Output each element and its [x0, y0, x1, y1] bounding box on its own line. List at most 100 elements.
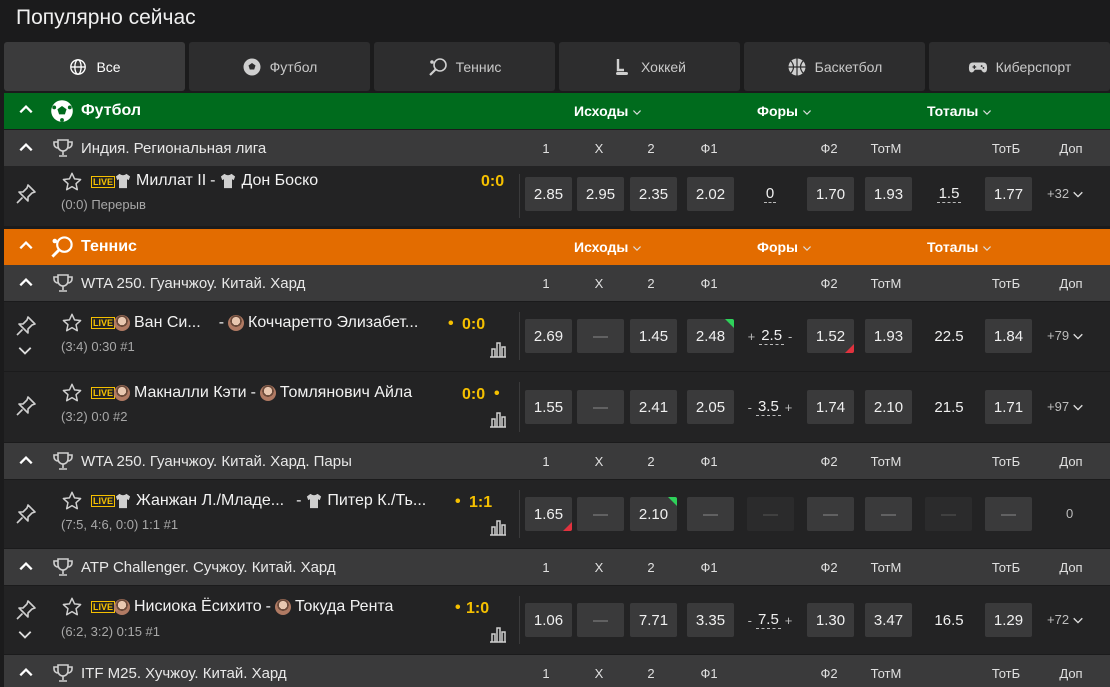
- pin-icon[interactable]: [14, 394, 38, 418]
- odds-down-indicator: [563, 522, 572, 531]
- favorite-star-icon[interactable]: [61, 490, 83, 512]
- chevron-up-icon[interactable]: [18, 665, 34, 681]
- sport-header-tennis[interactable]: Теннис Исходы Форы Тоталы: [4, 229, 1110, 265]
- tab-basketball[interactable]: Баскетбол: [744, 42, 925, 91]
- odd-x[interactable]: —: [577, 319, 624, 353]
- handicap-sign: +: [784, 612, 793, 628]
- chevron-down-icon[interactable]: [17, 342, 33, 358]
- statistics-icon[interactable]: [488, 339, 508, 359]
- league-header[interactable]: ATP Challenger. Сучжоу. Китай. Хард 1 X …: [4, 549, 1110, 585]
- favorite-star-icon[interactable]: [61, 171, 83, 193]
- column-header: Ф1: [700, 560, 718, 575]
- odd-totm[interactable]: 1.93: [865, 177, 912, 211]
- player-avatar: [114, 599, 130, 615]
- odd-f2[interactable]: —: [807, 497, 854, 531]
- tab-esports[interactable]: Киберспорт: [929, 42, 1110, 91]
- market-outcomes-dropdown[interactable]: Исходы: [574, 239, 642, 255]
- chevron-up-icon[interactable]: [18, 275, 34, 291]
- odd-w2[interactable]: 2.41: [630, 390, 677, 424]
- odd-f1[interactable]: 2.05: [687, 390, 734, 424]
- chevron-down-icon: [1072, 401, 1084, 413]
- pin-icon[interactable]: [14, 182, 38, 206]
- divider: [519, 490, 520, 538]
- odd-x[interactable]: —: [577, 497, 624, 531]
- chevron-down-icon[interactable]: [17, 626, 33, 642]
- odd-totm[interactable]: 1.93: [865, 319, 912, 353]
- odd-totb[interactable]: 1.29: [985, 603, 1032, 637]
- more-markets-button[interactable]: +79: [1047, 328, 1084, 343]
- tab-all[interactable]: Все: [4, 42, 185, 91]
- market-totals-dropdown[interactable]: Тоталы: [927, 239, 992, 255]
- favorite-star-icon[interactable]: [61, 312, 83, 334]
- market-handicaps-dropdown[interactable]: Форы: [757, 103, 812, 119]
- column-header: Ф2: [820, 141, 838, 156]
- odd-w1[interactable]: 2.69: [525, 319, 572, 353]
- odd-totb[interactable]: 1.71: [985, 390, 1032, 424]
- match-row[interactable]: LIVE Макналли Кэти - Томлянович Айла 0:0…: [4, 372, 1110, 442]
- odd-w1[interactable]: 2.85: [525, 177, 572, 211]
- favorite-star-icon[interactable]: [61, 596, 83, 618]
- market-totals-dropdown[interactable]: Тоталы: [927, 103, 992, 119]
- pin-icon[interactable]: [14, 502, 38, 526]
- odd-f1[interactable]: 2.02: [687, 177, 734, 211]
- odd-x[interactable]: —: [577, 603, 624, 637]
- odd-f1[interactable]: —: [687, 497, 734, 531]
- column-header: Доп: [1059, 454, 1083, 469]
- odd-totm[interactable]: —: [865, 497, 912, 531]
- more-markets-button[interactable]: +97: [1047, 399, 1084, 414]
- statistics-icon[interactable]: [488, 624, 508, 644]
- sport-header-football[interactable]: Футбол Исходы Форы Тоталы: [4, 93, 1110, 129]
- odd-totb[interactable]: 1.77: [985, 177, 1032, 211]
- odd-f2[interactable]: 1.30: [807, 603, 854, 637]
- league-header[interactable]: WTA 250. Гуанчжоу. Китай. Хард 1 X 2 Ф1 …: [4, 265, 1110, 301]
- odd-x[interactable]: 2.95: [577, 177, 624, 211]
- odd-totb[interactable]: 1.84: [985, 319, 1032, 353]
- odd-w2[interactable]: 2.10: [630, 497, 677, 531]
- tab-football[interactable]: Футбол: [189, 42, 370, 91]
- market-outcomes-dropdown[interactable]: Исходы: [574, 103, 642, 119]
- odd-f2[interactable]: 1.52: [807, 319, 854, 353]
- odd-w1[interactable]: 1.65: [525, 497, 572, 531]
- odd-w2[interactable]: 7.71: [630, 603, 677, 637]
- league-header[interactable]: WTA 250. Гуанчжоу. Китай. Хард. Пары 1 X…: [4, 443, 1110, 479]
- team-separator: -: [250, 384, 256, 401]
- more-markets-button[interactable]: +32: [1047, 186, 1084, 201]
- handicap-sign: -: [747, 399, 752, 415]
- chevron-up-icon[interactable]: [18, 453, 34, 469]
- odd-f1[interactable]: 2.48: [687, 319, 734, 353]
- sport-name: Футбол: [81, 102, 142, 119]
- odd-x[interactable]: —: [577, 390, 624, 424]
- chevron-up-icon[interactable]: [18, 102, 34, 118]
- league-header[interactable]: ITF M25. Хучжоу. Китай. Хард 1 X 2 Ф1 Ф2…: [4, 655, 1110, 687]
- favorite-star-icon[interactable]: [61, 382, 83, 404]
- odd-totm[interactable]: 3.47: [865, 603, 912, 637]
- odd-f2[interactable]: 1.74: [807, 390, 854, 424]
- tab-tennis[interactable]: Теннис: [374, 42, 555, 91]
- match-row[interactable]: LIVE Жанжан Л./Младе... - Питер К./Ть...…: [4, 480, 1110, 548]
- pin-icon[interactable]: [14, 314, 38, 338]
- odd-w2[interactable]: 1.45: [630, 319, 677, 353]
- odd-w1[interactable]: 1.55: [525, 390, 572, 424]
- market-handicaps-dropdown[interactable]: Форы: [757, 239, 812, 255]
- chevron-up-icon[interactable]: [18, 140, 34, 156]
- league-name: Индия. Региональная лига: [81, 140, 267, 157]
- odd-f2[interactable]: 1.70: [807, 177, 854, 211]
- odd-f1[interactable]: 3.35: [687, 603, 734, 637]
- odd-value: 2.10: [638, 505, 669, 523]
- odd-w2[interactable]: 2.35: [630, 177, 677, 211]
- more-markets-button[interactable]: +72: [1047, 612, 1084, 627]
- odd-totm[interactable]: 2.10: [865, 390, 912, 424]
- statistics-icon[interactable]: [488, 517, 508, 537]
- odd-w1[interactable]: 1.06: [525, 603, 572, 637]
- match-row[interactable]: LIVE Ван Си... - Коччаретто Элизабет... …: [4, 302, 1110, 371]
- odd-totb[interactable]: —: [985, 497, 1032, 531]
- league-header[interactable]: Индия. Региональная лига 1 X 2 Ф1 Ф2 Тот…: [4, 130, 1110, 166]
- tab-hockey[interactable]: Хоккей: [559, 42, 740, 91]
- chevron-up-icon[interactable]: [18, 238, 34, 254]
- pin-icon[interactable]: [14, 598, 38, 622]
- statistics-icon[interactable]: [488, 409, 508, 429]
- match-row[interactable]: LIVE Миллат II - Дон Боско 0:0 (0:0) Пер…: [4, 166, 1110, 226]
- match-row[interactable]: LIVE Нисиока Ёсихито - Токуда Рента • 1:…: [4, 586, 1110, 654]
- chevron-up-icon[interactable]: [18, 559, 34, 575]
- team2-name: Питер К./Ть...: [327, 492, 427, 509]
